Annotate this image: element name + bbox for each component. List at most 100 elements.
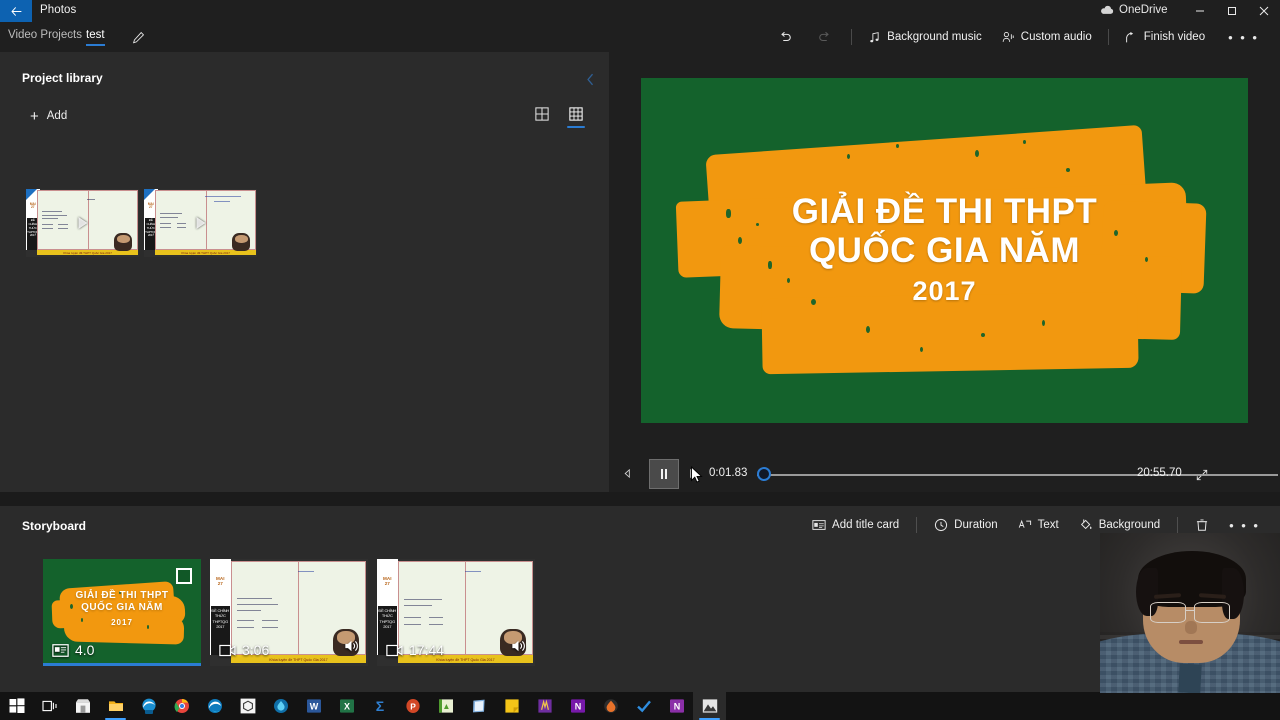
- library-item[interactable]: MAI 27 ĐỀ CHÍNH THỨC THPTQG 2017 Khóa lu…: [26, 189, 139, 257]
- storyboard-clip[interactable]: GIẢI ĐỀ THI THPT QUỐC GIA NĂM 2017 4.0: [43, 559, 201, 666]
- command-bar: Video Projects › test Background music C…: [0, 22, 1280, 52]
- cloud-icon: [1101, 5, 1114, 14]
- grid-large-icon: [535, 107, 549, 121]
- minimize-button[interactable]: [1184, 0, 1216, 22]
- library-item-caption: Khóa luyện đề THPT Quốc Gia 2017: [63, 250, 112, 255]
- finish-video-button[interactable]: Finish video: [1115, 22, 1215, 52]
- webcam-glasses-right: [1193, 601, 1230, 623]
- task-view-icon: [41, 700, 57, 712]
- taskbar-item-microsoft-word[interactable]: W: [297, 692, 330, 720]
- fullscreen-button[interactable]: [1192, 465, 1212, 485]
- slide-ink: [429, 624, 444, 626]
- taskbar-item-green-app[interactable]: [429, 692, 462, 720]
- more-options-button[interactable]: • • •: [1215, 22, 1272, 52]
- taskbar-item-microsoft-store[interactable]: [66, 692, 99, 720]
- breadcrumb-current-project[interactable]: test: [86, 29, 105, 46]
- library-item[interactable]: MAI 27 ĐỀ CHÍNH THỨC THPTQG 2017 Khóa lu…: [144, 189, 257, 257]
- taskbar-item-microsoft-edge[interactable]: [198, 692, 231, 720]
- slide-ink: [236, 627, 255, 629]
- onedrive-label: OneDrive: [1119, 4, 1168, 16]
- clip-title-line-2: QUỐC GIA NĂM: [81, 602, 163, 613]
- text-label: Text: [1037, 519, 1059, 531]
- edge-icon: [207, 699, 222, 713]
- custom-audio-button[interactable]: Custom audio: [992, 22, 1102, 52]
- taskbar-item-task-view[interactable]: [33, 692, 66, 720]
- clip-title-line-1: GIẢI ĐỀ THI THPT: [75, 589, 169, 601]
- storyboard-clip[interactable]: MAI 27 ĐỀ CHÍNH THỨC THPTQG 2017 Khóa lu…: [377, 559, 535, 666]
- taskbar-item-yellow-note-app[interactable]: [495, 692, 528, 720]
- project-library-title: Project library: [22, 71, 103, 85]
- video-clip-icon: [386, 644, 403, 656]
- toolbar-divider-1: [851, 29, 853, 45]
- storyboard-more-label: • • •: [1229, 517, 1260, 533]
- close-button[interactable]: [1248, 0, 1280, 22]
- taskbar-item-water-reminder[interactable]: [264, 692, 297, 720]
- taskbar-item-onenote[interactable]: N: [561, 692, 594, 720]
- previous-frame-button[interactable]: [617, 463, 637, 483]
- minimize-icon: [1196, 10, 1204, 12]
- library-thumbnail-grid: MAI 27 ĐỀ CHÍNH THỨC THPTQG 2017 Khóa lu…: [26, 189, 257, 257]
- view-small-icons-button[interactable]: [565, 104, 587, 130]
- slide-ink: [41, 211, 63, 213]
- corner-flag: [26, 189, 37, 200]
- custom-audio-label: Custom audio: [1020, 31, 1092, 43]
- clip-audio-indicator[interactable]: [344, 639, 360, 658]
- presenter-face: [232, 233, 251, 251]
- clip-select-checkbox[interactable]: [176, 568, 192, 584]
- clip-audio-indicator[interactable]: [511, 639, 527, 658]
- add-media-button[interactable]: + Add: [30, 104, 67, 128]
- taskbar-item-unity-hub[interactable]: [231, 692, 264, 720]
- start-icon: [9, 698, 24, 713]
- undo-button[interactable]: [765, 22, 805, 52]
- clip-banner: ĐỀ CHÍNH THỨC THPTQG 2017: [211, 608, 230, 629]
- add-title-card-button[interactable]: Add title card: [802, 506, 909, 544]
- current-time-label: 0:01.83: [709, 467, 748, 479]
- view-large-selection-bar: [533, 126, 551, 128]
- speaker-icon: [345, 640, 358, 652]
- export-share-icon: [1125, 31, 1133, 42]
- slide-ink: [41, 214, 67, 216]
- taskbar-item-mathtype[interactable]: Σ: [363, 692, 396, 720]
- taskbar-item-powerpoint[interactable]: P: [396, 692, 429, 720]
- taskbar-item-start-button[interactable]: [0, 692, 33, 720]
- rename-project-button[interactable]: [128, 27, 148, 47]
- taskbar-item-edge-beta[interactable]: [132, 692, 165, 720]
- store-icon: [75, 699, 90, 713]
- slide-ink: [465, 570, 482, 572]
- seek-handle[interactable]: [757, 467, 771, 481]
- library-view-toggles: [531, 104, 587, 130]
- clip-duration-label: 17:44: [409, 642, 445, 658]
- back-button[interactable]: [0, 0, 32, 22]
- taskbar-item-purple-app[interactable]: [528, 692, 561, 720]
- redo-button[interactable]: [805, 22, 845, 52]
- text-button[interactable]: Text: [1008, 506, 1069, 544]
- storyboard-clip[interactable]: MAI 27 ĐỀ CHÍNH THỨC THPTQG 2017 Khóa lu…: [210, 559, 368, 666]
- view-large-icons-button[interactable]: [531, 104, 553, 130]
- clip-caption: Khóa luyện đề THPT Quốc Gia 2017: [436, 658, 495, 663]
- slide-page-split: [298, 562, 300, 655]
- clip-duration-label: 4.0: [75, 642, 95, 658]
- music-note-icon: [870, 31, 879, 42]
- webcam-collar: [1178, 663, 1202, 693]
- taskbar-item-onenote-2016[interactable]: N: [660, 692, 693, 720]
- taskbar-item-google-chrome[interactable]: [165, 692, 198, 720]
- taskbar-item-photos-app[interactable]: [693, 692, 726, 720]
- taskbar-item-orange-app[interactable]: [594, 692, 627, 720]
- svg-text:W: W: [309, 702, 318, 712]
- collapse-library-button[interactable]: [579, 68, 601, 90]
- slide-ink: [298, 570, 315, 572]
- back-arrow-icon: [10, 6, 21, 16]
- background-music-button[interactable]: Background music: [858, 22, 992, 52]
- pause-button[interactable]: [649, 459, 679, 489]
- storyboard-panel: Storyboard Add title card Duration Text …: [0, 506, 1280, 692]
- webcam-glasses-bridge: [1186, 609, 1196, 612]
- video-preview[interactable]: GIẢI ĐỀ THI THPT QUỐC GIA NĂM 2017: [641, 78, 1248, 423]
- onedrive-status[interactable]: OneDrive: [1100, 4, 1168, 16]
- duration-button[interactable]: Duration: [924, 506, 1007, 544]
- taskbar-item-file-explorer[interactable]: [99, 692, 132, 720]
- taskbar-item-microsoft-excel[interactable]: X: [330, 692, 363, 720]
- slide-page-split: [205, 191, 207, 250]
- taskbar-item-todo-app[interactable]: [627, 692, 660, 720]
- maximize-button[interactable]: [1216, 0, 1248, 22]
- taskbar-item-notes-app[interactable]: [462, 692, 495, 720]
